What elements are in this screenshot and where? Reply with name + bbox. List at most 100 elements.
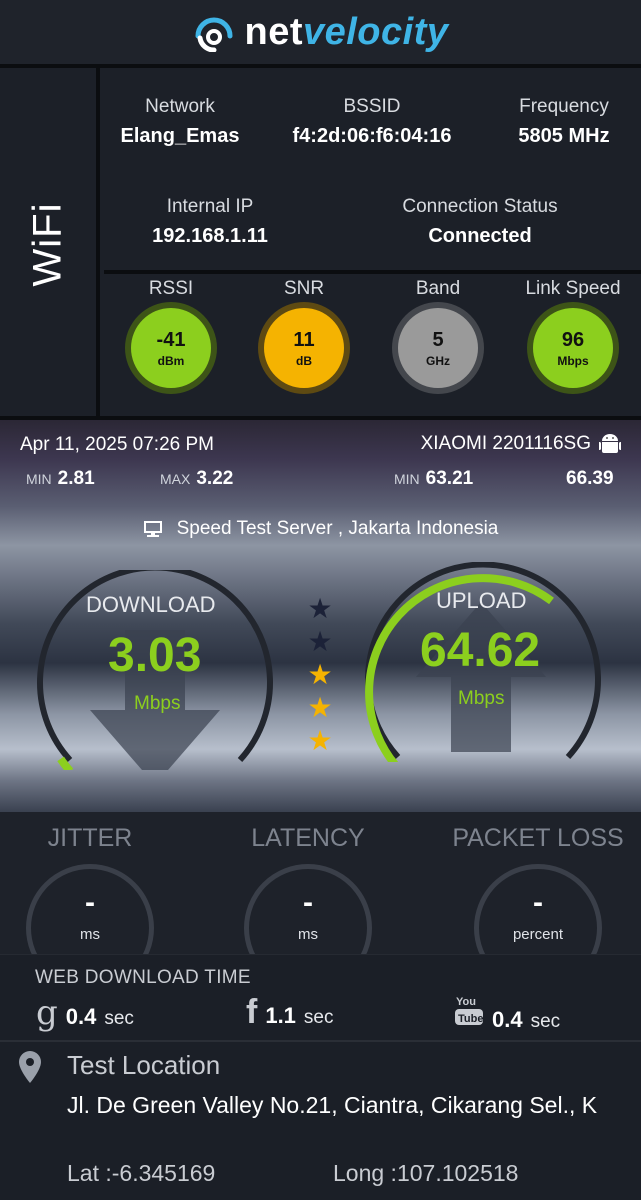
- connection-status-info: Connection Status Connected: [370, 196, 590, 248]
- rating-star-icon: ★: [307, 659, 333, 690]
- location-latitude: Lat :-6.345169: [67, 1160, 216, 1186]
- packet-loss-stat: PACKET LOSS - percent: [452, 824, 624, 992]
- upload-max: 66.39: [560, 468, 614, 490]
- latency-unit: ms: [298, 926, 318, 943]
- location-longitude: Long :107.102518: [333, 1160, 519, 1186]
- download-max: MAX 3.22: [160, 468, 233, 490]
- google-value: 0.4: [65, 1004, 97, 1029]
- rating-star-icon: ★: [307, 626, 333, 657]
- internal-ip-info: Internal IP 192.168.1.11: [130, 196, 290, 248]
- download-min: MIN 2.81: [26, 468, 95, 490]
- app-name-velocity: velocity: [302, 10, 449, 53]
- facebook-unit: sec: [303, 1007, 334, 1028]
- band-badge: 5 GHz: [398, 308, 478, 388]
- latency-value: -: [303, 886, 313, 919]
- youtube-unit: sec: [530, 1011, 561, 1032]
- signal-logo-icon: [195, 17, 233, 52]
- snr-unit: dB: [296, 353, 312, 368]
- wifi-side-tab[interactable]: WiFi: [0, 68, 100, 420]
- wifi-panel: WiFi Network Elang_Emas BSSID f4:2d:06:f…: [0, 68, 641, 420]
- network-value: Elang_Emas: [120, 125, 240, 147]
- app-logo: netvelocity: [192, 11, 448, 54]
- app-header: netvelocity: [0, 0, 641, 68]
- rssi-badge: -41 dBm: [131, 308, 211, 388]
- link-speed-metric: Link Speed 96 Mbps: [513, 278, 633, 388]
- youtube-icon: You Tube: [455, 996, 483, 1025]
- download-value: 3.03: [108, 629, 202, 682]
- network-info: Network Elang_Emas: [110, 96, 250, 148]
- stats-panel: JITTER - ms LATENCY - ms PACKET LOSS - p…: [0, 812, 641, 992]
- wifi-side-label: WiFi: [25, 202, 70, 286]
- latency-stat: LATENCY - ms: [243, 824, 373, 992]
- internal-ip-value: 192.168.1.11: [152, 225, 268, 247]
- frequency-label: Frequency: [519, 96, 609, 117]
- link-speed-value: 96: [561, 328, 585, 351]
- upload-unit: Mbps: [458, 688, 505, 709]
- server-info[interactable]: Speed Test Server , Jakarta Indonesia: [0, 518, 641, 540]
- frequency-info: Frequency 5805 MHz: [494, 96, 634, 148]
- web-download-title: WEB DOWNLOAD TIME: [35, 967, 251, 988]
- facebook-icon: f: [246, 993, 258, 1031]
- location-pin-icon: [19, 1051, 41, 1083]
- connection-status-label: Connection Status: [402, 196, 558, 217]
- server-label: Speed Test Server , Jakarta Indonesia: [176, 518, 499, 539]
- band-label: Band: [415, 278, 461, 299]
- download-min-label: MIN: [26, 471, 52, 487]
- wifi-divider: [104, 270, 641, 274]
- upload-label: UPLOAD: [436, 588, 527, 613]
- link-speed-badge: 96 Mbps: [533, 308, 613, 388]
- bssid-label: BSSID: [343, 96, 401, 117]
- frequency-value: 5805 MHz: [518, 125, 610, 147]
- download-label: DOWNLOAD: [86, 592, 216, 617]
- network-label: Network: [145, 96, 215, 117]
- rssi-unit: dBm: [157, 353, 185, 368]
- test-location-panel: Test Location Jl. De Green Valley No.21,…: [0, 1040, 641, 1200]
- svg-text:Tube: Tube: [458, 1013, 483, 1025]
- packet-loss-unit: percent: [512, 926, 564, 943]
- rating-star-icon: ★: [307, 725, 333, 756]
- rssi-value: -41: [156, 328, 186, 351]
- rating-stars: ★ ★ ★ ★ ★: [305, 592, 335, 757]
- connection-status-value: Connected: [428, 225, 532, 247]
- rating-star-icon: ★: [307, 692, 333, 723]
- link-speed-label: Link Speed: [525, 278, 621, 299]
- latency-label: LATENCY: [251, 824, 365, 852]
- device-name: XIAOMI 2201116SG: [420, 433, 591, 454]
- upload-min: MIN 63.21: [394, 468, 473, 490]
- svg-text:You: You: [456, 996, 476, 1008]
- bssid-value: f4:2d:06:f6:04:16: [292, 125, 452, 147]
- bssid-info: BSSID f4:2d:06:f6:04:16: [272, 96, 472, 148]
- location-title: Test Location: [67, 1050, 221, 1080]
- jitter-value: -: [85, 886, 95, 919]
- rssi-metric: RSSI -41 dBm: [111, 278, 231, 388]
- link-speed-unit: Mbps: [557, 353, 589, 368]
- packet-loss-value: -: [533, 886, 543, 919]
- band-value: 5: [432, 328, 444, 351]
- download-max-label: MAX: [160, 471, 191, 487]
- band-metric: Band 5 GHz: [378, 278, 498, 388]
- rssi-label: RSSI: [148, 278, 194, 299]
- upload-max-value: 66.39: [566, 468, 614, 489]
- speed-test-panel: Apr 11, 2025 07:26 PM XIAOMI 2201116SG M…: [0, 420, 641, 812]
- jitter-stat: JITTER - ms: [25, 824, 155, 992]
- monitor-icon: [143, 521, 162, 537]
- band-unit: GHz: [426, 353, 450, 368]
- download-unit: Mbps: [134, 693, 181, 714]
- facebook-value: 1.1: [265, 1003, 296, 1028]
- upload-min-label: MIN: [394, 471, 420, 487]
- snr-label: SNR: [283, 278, 325, 299]
- google-icon: g: [36, 993, 58, 1033]
- location-address: Jl. De Green Valley No.21, Ciantra, Cika…: [67, 1092, 598, 1118]
- google-download: g 0.4 sec: [36, 993, 134, 1033]
- app-name-net: net: [244, 10, 303, 53]
- snr-metric: SNR 11 dB: [244, 278, 364, 388]
- web-download-panel: WEB DOWNLOAD TIME g 0.4 sec f 1.1 sec Yo…: [0, 954, 641, 1040]
- youtube-download: You Tube 0.4 sec: [454, 993, 560, 1033]
- android-icon: [599, 434, 621, 453]
- packet-loss-label: PACKET LOSS: [452, 824, 624, 852]
- google-unit: sec: [104, 1008, 134, 1029]
- internal-ip-label: Internal IP: [166, 196, 254, 217]
- test-date: Apr 11, 2025 07:26 PM: [20, 434, 214, 455]
- snr-badge: 11 dB: [264, 308, 344, 388]
- jitter-unit: ms: [80, 926, 100, 943]
